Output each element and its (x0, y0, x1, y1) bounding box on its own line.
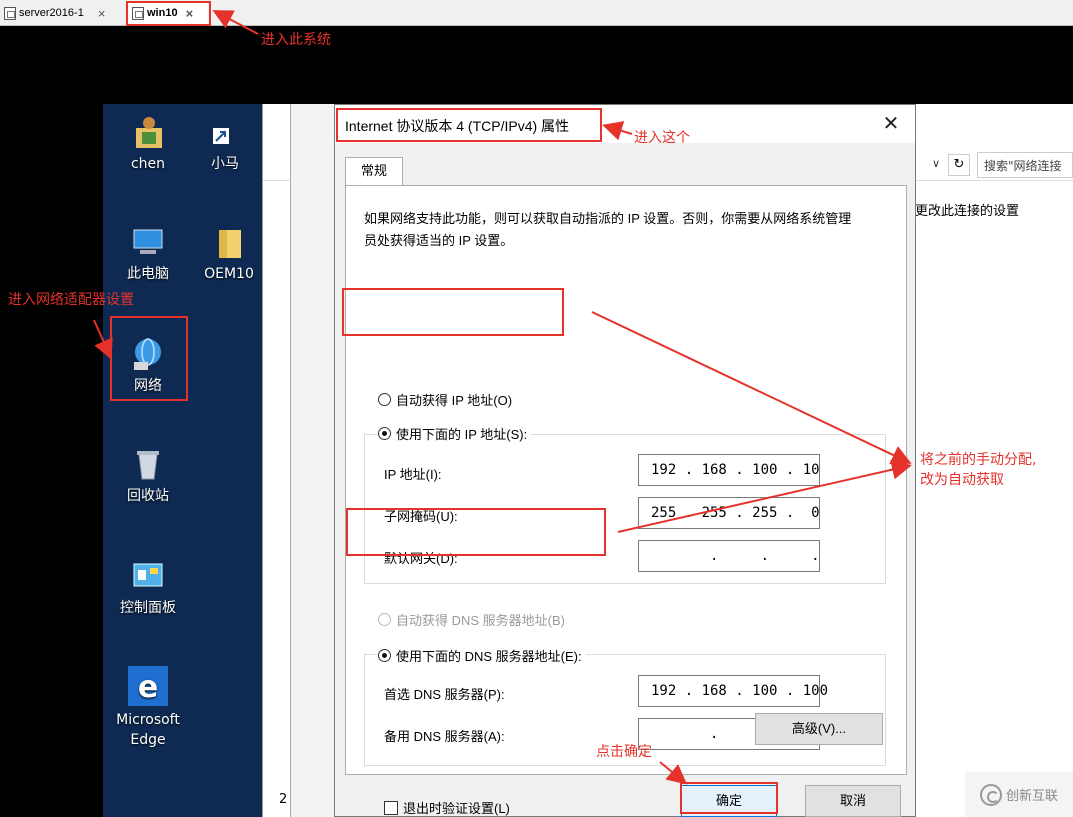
arrow-auto-dns (617, 459, 912, 533)
arrow-to-ok-button (659, 761, 688, 785)
watermark: 创新互联 (965, 772, 1073, 817)
annotation-arrows (93, 10, 912, 785)
arrow-auto-ip (591, 311, 912, 465)
arrow-to-dialog-title (602, 121, 633, 141)
arrow-to-win10-tab (212, 10, 259, 35)
watermark-logo-icon (979, 783, 1002, 806)
watermark-text: 创新互联 (1005, 789, 1058, 804)
arrow-to-network-icon (93, 319, 113, 360)
